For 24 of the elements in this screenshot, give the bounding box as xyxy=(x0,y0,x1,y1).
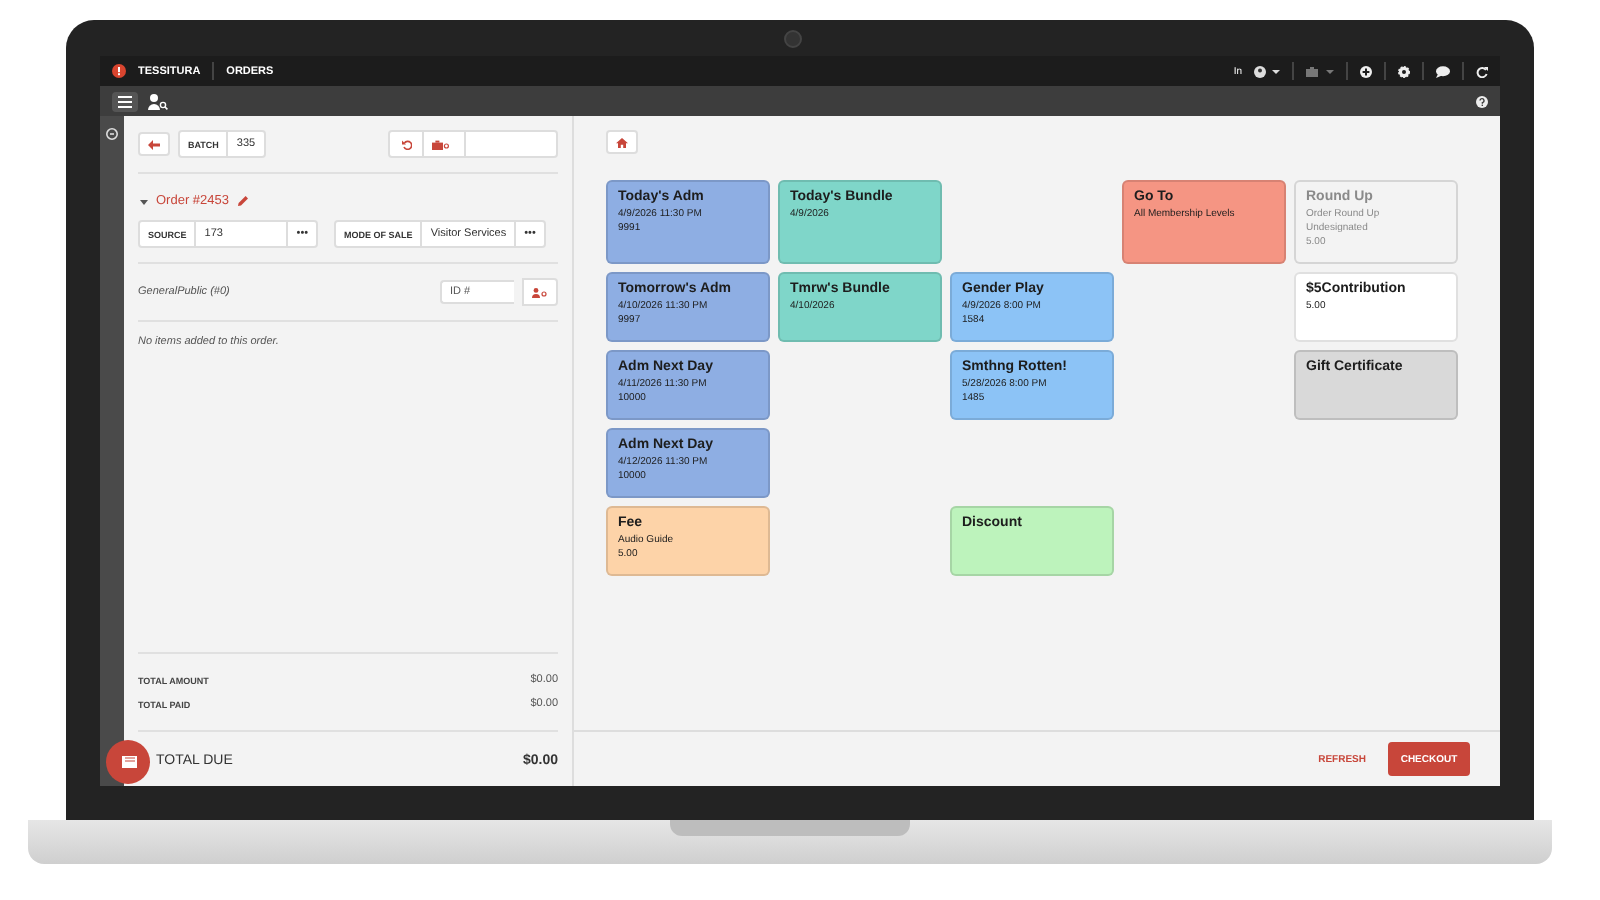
chat-icon[interactable] xyxy=(1436,65,1450,77)
logo-icon xyxy=(112,64,126,78)
undo-icon xyxy=(401,139,411,149)
briefcase-search-icon xyxy=(432,139,450,149)
help-icon[interactable] xyxy=(1476,95,1488,107)
home-icon xyxy=(616,137,628,147)
collapse-icon[interactable] xyxy=(106,128,118,140)
back-button[interactable] xyxy=(138,132,170,156)
arrow-left-icon xyxy=(148,139,160,149)
person-search-icon[interactable] xyxy=(148,93,168,109)
settings-icon[interactable] xyxy=(1398,65,1410,77)
briefcase-menu-icon[interactable] xyxy=(1306,65,1334,77)
caret-icon[interactable] xyxy=(140,197,148,205)
notes-button[interactable] xyxy=(106,740,150,784)
home-button[interactable] xyxy=(606,130,638,154)
person-search-icon xyxy=(532,287,548,297)
camera-icon xyxy=(784,30,802,48)
user-menu-icon[interactable] xyxy=(1254,65,1280,77)
menu-icon xyxy=(118,95,132,107)
book-icon xyxy=(119,754,137,770)
pencil-icon[interactable] xyxy=(237,196,247,206)
refresh-icon[interactable] xyxy=(1476,65,1488,77)
add-icon[interactable] xyxy=(1360,65,1372,77)
menu-button[interactable] xyxy=(112,91,138,111)
